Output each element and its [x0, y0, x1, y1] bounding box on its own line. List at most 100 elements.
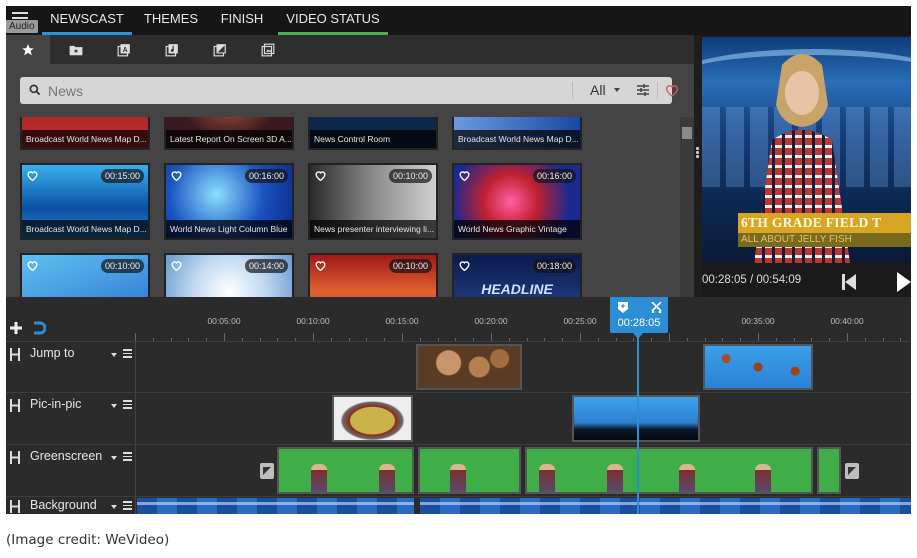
playhead[interactable]: 00:28:05 — [610, 297, 668, 333]
track-menu-icon[interactable] — [123, 501, 132, 510]
color-tab[interactable] — [198, 35, 242, 64]
track-header: Jump to — [6, 342, 136, 392]
play-icon[interactable] — [897, 272, 911, 292]
chevron-down-icon[interactable] — [614, 88, 620, 92]
track-menu-icon[interactable] — [123, 400, 132, 409]
film-icon — [10, 399, 20, 412]
track-name: Jump to — [30, 346, 75, 360]
presenter-figure — [379, 464, 395, 492]
track-menu-icon[interactable] — [123, 452, 132, 461]
favorites-tab[interactable] — [6, 35, 50, 64]
timeline-ruler[interactable]: 00:05:00 00:10:00 00:15:00 00:20:00 00:25:00… — [135, 297, 911, 341]
timeline-clip[interactable] — [332, 395, 413, 442]
track-name: Pic-in-pic — [30, 397, 82, 411]
track-name: Greenscreen — [30, 449, 103, 463]
tab-finish[interactable]: FINISH — [212, 6, 272, 35]
chevron-down-icon[interactable] — [111, 353, 117, 357]
timeline-clip[interactable] — [137, 498, 414, 514]
magnet-icon[interactable] — [32, 321, 46, 335]
track-lane — [137, 497, 911, 514]
ruler-tick — [669, 333, 670, 341]
track-menu-icon[interactable] — [123, 349, 132, 358]
heart-icon[interactable] — [458, 169, 471, 182]
media-thumbnail[interactable]: Latest Report On Screen 3D A... — [164, 117, 294, 150]
media-thumbnail[interactable]: 00:15:00 Broadcast World News Map D... — [20, 163, 150, 240]
ruler-tick — [224, 333, 225, 341]
chevron-down-icon[interactable] — [111, 505, 117, 509]
film-icon — [10, 451, 20, 464]
timeline-clip[interactable] — [418, 447, 521, 494]
timeline-clip[interactable] — [817, 447, 841, 494]
heart-icon[interactable] — [170, 169, 183, 182]
star-icon — [22, 43, 34, 55]
chevron-down-icon[interactable] — [111, 456, 117, 460]
media-thumbnail[interactable]: 00:10:00 News presenter interviewing li..… — [308, 163, 438, 240]
timeline-clip[interactable] — [525, 447, 813, 494]
timeline-clip[interactable] — [420, 498, 911, 514]
track-name: Background — [30, 498, 97, 512]
ruler-tick — [313, 333, 314, 341]
skip-to-start-icon[interactable] — [842, 274, 856, 290]
media-thumbnail[interactable]: Broadcast World News Map D... — [20, 117, 150, 150]
add-track-icon[interactable] — [10, 322, 22, 334]
transition-icon[interactable] — [845, 463, 859, 479]
separator — [657, 82, 658, 99]
track-lane — [137, 393, 911, 444]
tab-themes[interactable]: THEMES — [136, 6, 206, 35]
timeline-clip[interactable] — [416, 344, 522, 390]
media-thumbnail[interactable]: HEADLINENEWS 00:18:00 — [452, 253, 582, 297]
transition-icon[interactable] — [260, 463, 274, 479]
text-layers-icon: A — [117, 43, 130, 56]
folder-tab[interactable] — [54, 35, 98, 64]
presenter-figure — [539, 464, 555, 492]
duration-badge: 00:10:00 — [100, 259, 144, 273]
sliders-icon[interactable] — [636, 83, 650, 97]
chevron-down-icon[interactable] — [111, 404, 117, 408]
timeline-clip[interactable] — [277, 447, 414, 494]
heart-icon[interactable] — [314, 259, 327, 272]
heart-icon[interactable] — [664, 82, 680, 98]
audio-tab[interactable] — [150, 35, 194, 64]
scrollbar-thumb[interactable] — [682, 127, 692, 139]
media-thumbnail[interactable]: 00:10:00 — [20, 253, 150, 297]
add-marker-icon[interactable] — [618, 302, 628, 313]
heart-icon[interactable] — [26, 169, 39, 182]
media-thumbnail[interactable]: News Control Room — [308, 117, 438, 150]
tab-video-status[interactable]: VIDEO STATUS — [278, 6, 388, 35]
heart-icon[interactable] — [314, 169, 327, 182]
media-thumbnail[interactable]: Broadcast World News Map D... — [452, 117, 582, 150]
library-scrollbar[interactable] — [680, 117, 694, 297]
media-thumbnail[interactable]: 00:10:00 — [308, 253, 438, 297]
ruler-tick — [491, 333, 492, 341]
heart-icon[interactable] — [26, 259, 39, 272]
filter-select[interactable]: All — [590, 80, 606, 101]
panel-resize-handle[interactable] — [694, 35, 702, 297]
scissors-icon[interactable] — [651, 302, 662, 313]
ruler-label: 00:35:00 — [741, 316, 775, 326]
media-thumbnail[interactable]: 00:16:00 World News Light Column Blue — [164, 163, 294, 240]
drag-dots-icon — [696, 147, 700, 159]
thumbnail-title: News Control Room — [310, 130, 436, 148]
heart-icon[interactable] — [170, 259, 183, 272]
images-tab[interactable] — [246, 35, 290, 64]
timecode: 00:28:05 / 00:54:09 — [702, 274, 802, 286]
presenter-figure — [311, 464, 327, 492]
text-tab[interactable]: A — [102, 35, 146, 64]
lower-third-subtitle: ALL ABOUT JELLY FISH — [738, 233, 911, 247]
tab-newscast[interactable]: NEWSCAST — [42, 6, 132, 35]
media-thumbnail[interactable]: 00:16:00 World News Graphic Vintage — [452, 163, 582, 240]
timeline-header: 00:05:00 00:10:00 00:15:00 00:20:00 00:25:00… — [6, 297, 911, 341]
media-thumbnail[interactable]: 00:14:00 — [164, 253, 294, 297]
audio-tooltip: Audio — [6, 20, 38, 33]
thumbnail-title: World News Graphic Vintage — [454, 220, 580, 238]
video-preview[interactable]: 6TH GRADE FIELD T ALL ABOUT JELLY FISH — [702, 37, 911, 263]
tab-label: FINISH — [220, 11, 264, 26]
top-nav: Audio NEWSCAST THEMES FINISH VIDEO STATU… — [6, 6, 911, 35]
ruler-label: 00:15:00 — [385, 316, 419, 326]
heart-icon[interactable] — [458, 259, 471, 272]
playhead-line[interactable] — [637, 333, 639, 514]
search-input[interactable] — [48, 80, 548, 101]
timeline-clip[interactable] — [572, 395, 700, 442]
track-pic-in-pic: Pic-in-pic — [6, 392, 911, 444]
timeline-clip[interactable] — [703, 344, 813, 390]
